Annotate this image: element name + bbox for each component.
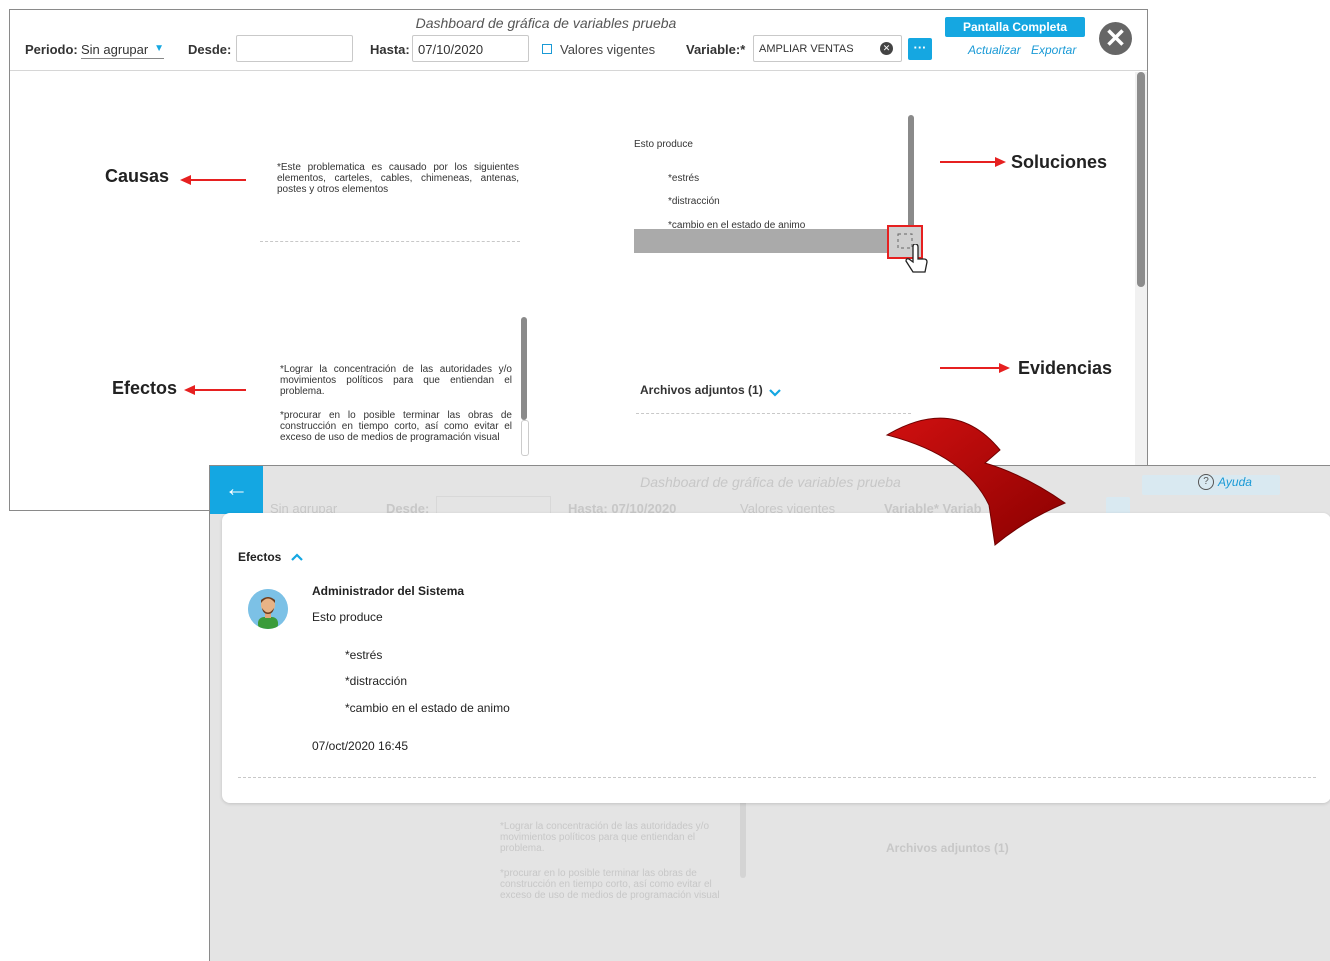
arrow-right-icon: [940, 361, 1010, 375]
soluciones-item: *distracción: [668, 196, 720, 207]
efectos-scroll-track: [521, 420, 529, 456]
avatar: [248, 589, 288, 629]
valores-vigentes-label: Valores vigentes: [560, 42, 656, 57]
card-divider: [238, 777, 1316, 778]
detail-window: Dashboard de gráfica de variables prueba…: [209, 465, 1330, 961]
ghost-efectos-text-1: *Lograr la concentración de las autorida…: [500, 821, 710, 854]
desde-label: Desde:: [188, 42, 232, 57]
clear-icon[interactable]: ✕: [880, 42, 893, 55]
author-name: Administrador del Sistema: [312, 584, 465, 598]
desde-input[interactable]: [236, 35, 353, 62]
comment-timestamp: 07/oct/2020 16:45: [312, 739, 409, 753]
ghost-scrollbar: [740, 796, 746, 878]
chevron-down-icon: ▼: [154, 43, 164, 54]
arrow-right-icon: [940, 155, 1006, 169]
evidencias-label: Evidencias: [1018, 358, 1113, 378]
ghost-archivos: Archivos adjuntos (1): [886, 841, 1009, 855]
actualizar-link[interactable]: Actualizar: [968, 43, 1021, 57]
close-icon[interactable]: ✕: [1099, 22, 1132, 55]
periodo-value: Sin agrupar: [81, 42, 149, 57]
fullscreen-button[interactable]: Pantalla Completa: [945, 17, 1085, 37]
comment-item: *distracción: [345, 674, 408, 688]
comment-intro: Esto produce: [312, 610, 383, 624]
exportar-link[interactable]: Exportar: [1031, 43, 1076, 57]
efectos-section-toggle[interactable]: Efectos: [238, 550, 281, 564]
variable-value: AMPLIAR VENTAS: [759, 43, 854, 55]
hand-cursor-icon: [903, 243, 931, 278]
archivos-adjuntos-toggle[interactable]: Archivos adjuntos (1): [640, 383, 763, 397]
periodo-select[interactable]: Sin agrupar ▼: [81, 41, 164, 59]
chevron-up-icon[interactable]: [290, 549, 304, 561]
ghost-efectos-text-2: *procurar en lo posible terminar las obr…: [500, 868, 720, 901]
arrow-left-icon: [184, 383, 246, 397]
curved-arrow-icon: [885, 405, 1075, 555]
soluciones-intro: Esto produce: [634, 139, 693, 150]
efectos-label: Efectos: [112, 378, 178, 398]
variable-field[interactable]: AMPLIAR VENTAS ✕: [753, 35, 902, 62]
efectos-detail-card: Efectos Administrador del Sistema Esto p…: [222, 513, 1330, 803]
help-icon[interactable]: ?: [1198, 474, 1214, 490]
efectos-text-2: *procurar en lo posible terminar las obr…: [280, 410, 512, 443]
back-arrow-icon[interactable]: ←: [210, 466, 263, 514]
soluciones-label: Soluciones: [1011, 152, 1108, 172]
chevron-down-icon[interactable]: [768, 385, 782, 397]
causas-divider: [260, 241, 520, 242]
variable-label: Variable:*: [686, 42, 746, 57]
periodo-label: Periodo:: [25, 42, 78, 57]
efectos-scrollbar[interactable]: [521, 317, 527, 420]
efectos-text-1: *Lograr la concentración de las autorida…: [280, 364, 512, 397]
causas-text: *Este problematica es causado por los si…: [277, 162, 519, 195]
hasta-input[interactable]: 07/10/2020: [412, 35, 529, 62]
causas-label: Causas: [105, 166, 170, 186]
comment-item: *estrés: [345, 648, 383, 662]
soluciones-hscrollbar[interactable]: [634, 229, 914, 253]
comment-item: *cambio en el estado de animo: [345, 701, 510, 715]
archivos-divider: [636, 413, 911, 414]
help-link[interactable]: Ayuda: [1218, 475, 1252, 489]
dashboard-title: Dashboard de gráfica de variables prueba: [415, 15, 677, 31]
scrollbar-thumb[interactable]: [1137, 72, 1145, 287]
valores-vigentes-checkbox[interactable]: [542, 44, 552, 54]
hasta-label: Hasta:: [370, 42, 410, 57]
toolbar-divider: [10, 70, 1147, 71]
soluciones-item: *estrés: [668, 173, 700, 184]
soluciones-scrollbar[interactable]: [908, 115, 914, 230]
arrow-left-icon: [180, 173, 246, 187]
variable-more-button[interactable]: ···: [908, 38, 932, 60]
